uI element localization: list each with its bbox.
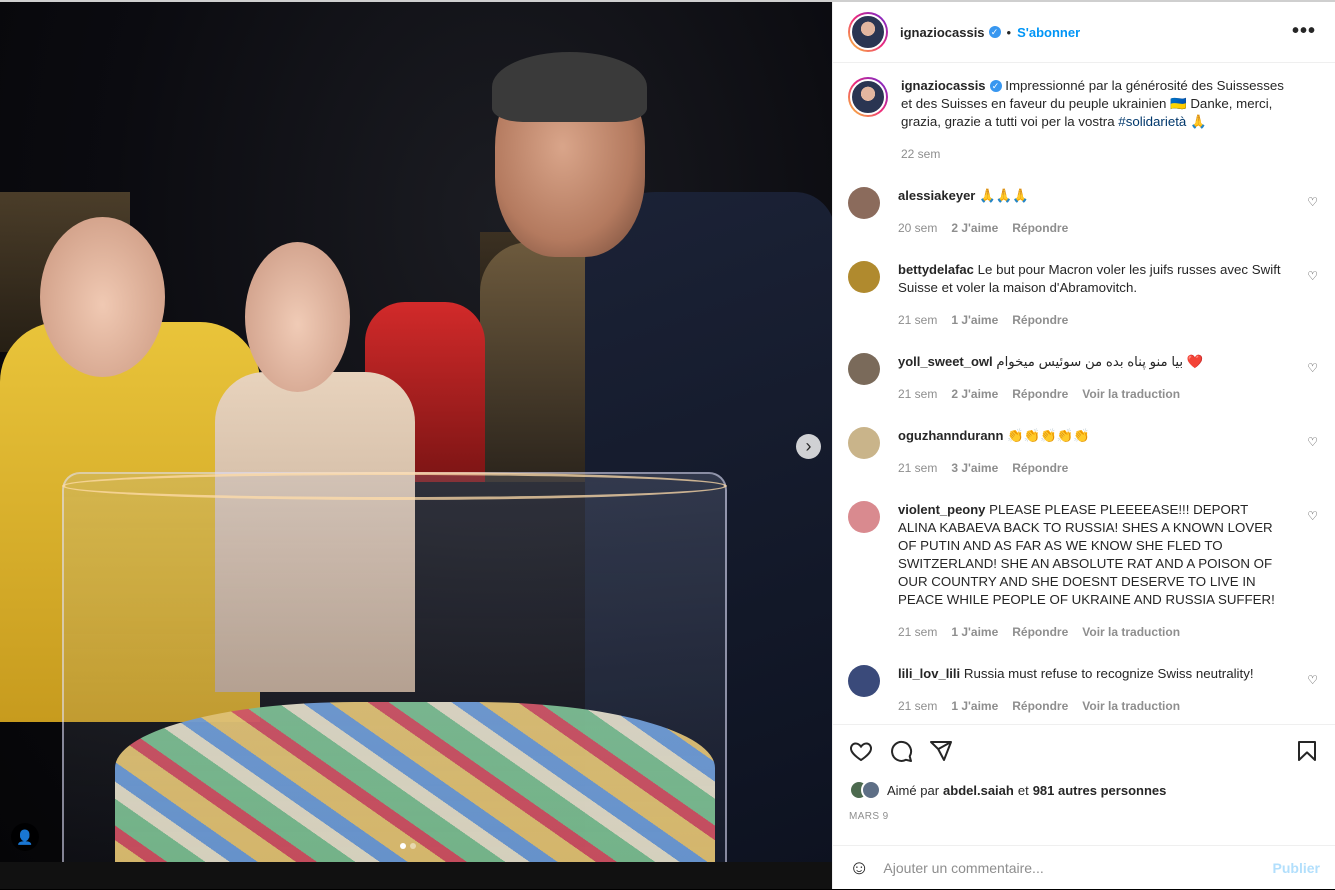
comment-username[interactable]: yoll_sweet_owl	[898, 354, 993, 369]
translate-button[interactable]: Voir la traduction	[1082, 623, 1180, 641]
donation-box-rim	[62, 472, 727, 500]
comment-time[interactable]: 21 sem	[898, 623, 937, 641]
comment-avatar[interactable]	[848, 261, 880, 293]
reply-button[interactable]: Répondre	[1012, 385, 1068, 403]
post-photo[interactable]	[0, 2, 832, 862]
like-comment-heart-icon[interactable]: ♡	[1307, 195, 1318, 209]
like-comment-heart-icon[interactable]: ♡	[1307, 509, 1318, 523]
post-actions: Aimé par abdel.saiah et 981 autres perso…	[833, 724, 1335, 889]
comment-username[interactable]: alessiakeyer	[898, 188, 975, 203]
carousel-dot	[410, 843, 416, 849]
comment-text: بيا منو پناه بده من سوئيس ميخوام ❤️	[996, 354, 1204, 369]
caption: ignaziocassis ✓ Impressionné par la génér…	[848, 77, 1318, 163]
like-comment-heart-icon[interactable]: ♡	[1307, 435, 1318, 449]
follow-button[interactable]: S'abonner	[1017, 25, 1080, 40]
reply-button[interactable]: Répondre	[1012, 311, 1068, 329]
comment-time[interactable]: 21 sem	[898, 311, 937, 329]
comment-likes[interactable]: 1 J'aime	[951, 697, 998, 715]
comment-avatar[interactable]	[848, 187, 880, 219]
comment-likes[interactable]: 1 J'aime	[951, 311, 998, 329]
comment-avatar[interactable]	[848, 501, 880, 533]
author-username[interactable]: ignaziocassis	[900, 25, 985, 40]
emoji-icon[interactable]: ☺	[849, 857, 869, 880]
like-heart-icon[interactable]	[849, 739, 873, 763]
comment-time[interactable]: 21 sem	[898, 385, 937, 403]
translate-button[interactable]: Voir la traduction	[1082, 385, 1180, 403]
author-avatar[interactable]	[848, 12, 888, 52]
action-icons	[849, 739, 1329, 765]
comment-avatar[interactable]	[848, 427, 880, 459]
translate-button[interactable]: Voir la traduction	[1082, 697, 1180, 715]
like-comment-heart-icon[interactable]: ♡	[1307, 269, 1318, 283]
publish-button[interactable]: Publier	[1273, 860, 1320, 876]
instagram-post-modal: › 👤 ignaziocassis ✓ • S'abonner ••• igna…	[0, 0, 1335, 889]
comment-username[interactable]: lili_lov_lili	[898, 666, 960, 681]
liker-avatar	[861, 780, 881, 800]
save-bookmark-icon[interactable]	[1295, 739, 1319, 763]
comment-likes[interactable]: 2 J'aime	[951, 385, 998, 403]
post-date[interactable]: MARS 9	[849, 811, 889, 822]
caption-author-avatar[interactable]	[848, 77, 888, 117]
comment-username[interactable]: oguzhanndurann	[898, 428, 1003, 443]
reply-button[interactable]: Répondre	[1012, 623, 1068, 641]
comment-text: Russia must refuse to recognize Swiss ne…	[963, 666, 1254, 681]
verified-badge-icon: ✓	[989, 80, 1002, 93]
comment-avatar[interactable]	[848, 353, 880, 385]
comment-avatar[interactable]	[848, 665, 880, 697]
comment-text: 🙏🙏🙏	[979, 188, 1029, 203]
comment-icon[interactable]	[889, 739, 913, 763]
add-comment-bar: ☺ Publier	[833, 845, 1335, 890]
reply-button[interactable]: Répondre	[1012, 697, 1068, 715]
comment-row: violent_peony PLEASE PLEASE PLEEEEASE!!!…	[848, 501, 1318, 641]
verified-badge-icon: ✓	[988, 26, 1001, 38]
post-side-panel: ignaziocassis ✓ • S'abonner ••• ignazioc…	[832, 2, 1335, 889]
comment-username[interactable]: violent_peony	[898, 502, 985, 517]
man-hair	[492, 52, 647, 122]
girl-head-2	[245, 242, 350, 392]
comment-input[interactable]	[883, 860, 1273, 876]
caption-emoji: 🙏	[1190, 114, 1207, 129]
comment-row: bettydelafac Le but pour Macron voler le…	[848, 261, 1318, 329]
comment-row: oguzhanndurann 👏👏👏👏👏 21 sem 3 J'aime Répon…	[848, 427, 1318, 477]
liked-by-prefix: Aimé par	[887, 782, 940, 798]
like-comment-heart-icon[interactable]: ♡	[1307, 361, 1318, 375]
liked-by: Aimé par abdel.saiah et 981 autres perso…	[849, 780, 1166, 800]
reply-button[interactable]: Répondre	[1012, 459, 1068, 477]
separator-dot: •	[1006, 24, 1012, 40]
comment-time[interactable]: 21 sem	[898, 459, 937, 477]
girl-head-1	[40, 217, 165, 377]
comment-time[interactable]: 21 sem	[898, 697, 937, 715]
carousel-dots	[400, 843, 416, 849]
carousel-dot	[400, 843, 406, 849]
caption-username[interactable]: ignaziocassis	[901, 78, 986, 93]
comment-text: PLEASE PLEASE PLEEEEASE!!! DEPORT ALINA …	[898, 502, 1275, 607]
liked-by-user[interactable]: abdel.saiah	[943, 783, 1014, 798]
share-send-icon[interactable]	[929, 739, 953, 763]
caption-hashtag[interactable]: #solidarietà	[1118, 114, 1186, 129]
comment-likes[interactable]: 1 J'aime	[951, 623, 998, 641]
comment-likes[interactable]: 2 J'aime	[951, 219, 998, 237]
next-photo-button[interactable]: ›	[796, 434, 821, 459]
liked-by-and: et	[1017, 782, 1029, 798]
comments-list[interactable]: ignaziocassis ✓ Impressionné par la génér…	[833, 64, 1335, 724]
comment-row: lili_lov_lili Russia must refuse to reco…	[848, 665, 1318, 715]
tagged-users-icon[interactable]: 👤	[11, 823, 39, 851]
caption-time[interactable]: 22 sem	[901, 145, 940, 163]
donation-box	[62, 472, 727, 862]
liked-by-others[interactable]: 981 autres personnes	[1033, 783, 1167, 798]
comment-row: alessiakeyer 🙏🙏🙏 20 sem 2 J'aime Répondre …	[848, 187, 1318, 237]
more-options-icon[interactable]: •••	[1292, 20, 1316, 43]
comment-text: 👏👏👏👏👏	[1007, 428, 1090, 443]
comment-time[interactable]: 20 sem	[898, 219, 937, 237]
post-header: ignaziocassis ✓ • S'abonner •••	[833, 2, 1335, 63]
comment-username[interactable]: bettydelafac	[898, 262, 974, 277]
reply-button[interactable]: Répondre	[1012, 219, 1068, 237]
like-comment-heart-icon[interactable]: ♡	[1307, 673, 1318, 687]
comment-likes[interactable]: 3 J'aime	[951, 459, 998, 477]
comment-row: yoll_sweet_owl بيا منو پناه بده من سوئيس…	[848, 353, 1318, 403]
